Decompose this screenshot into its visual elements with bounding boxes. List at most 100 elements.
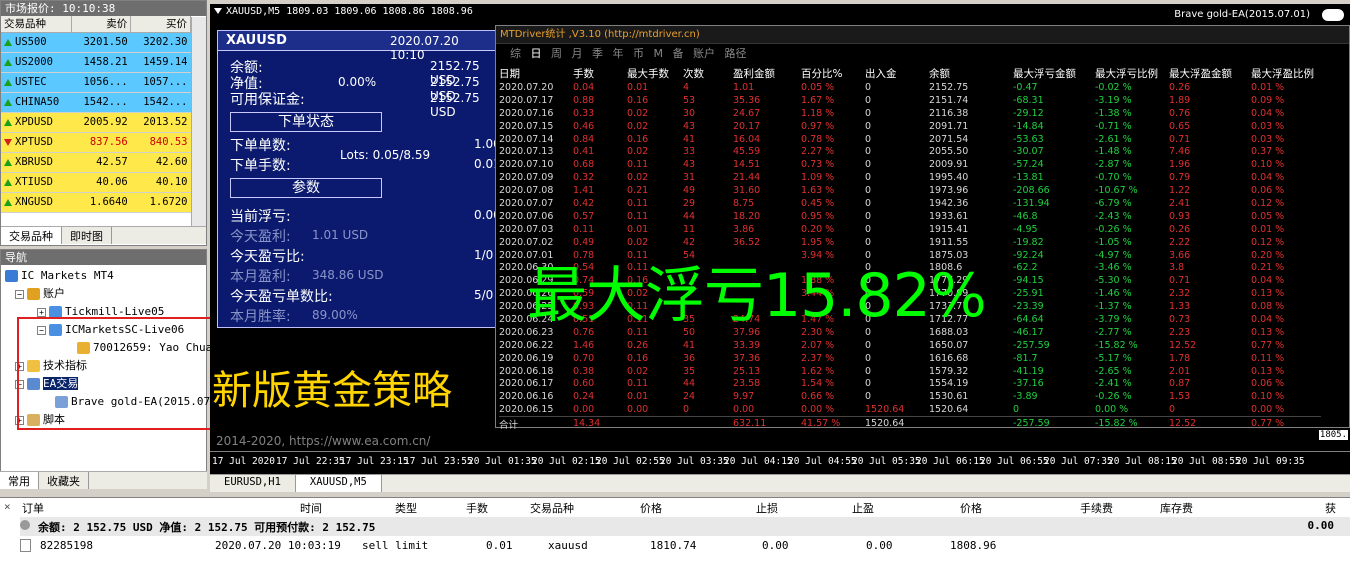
col-symbol[interactable]: 交易品种 bbox=[1, 16, 72, 33]
terminal-col-header[interactable]: 止盈 bbox=[852, 500, 874, 516]
terminal-col-header[interactable]: 止损 bbox=[756, 500, 778, 516]
nav-item-broker[interactable]: IC Markets MT4 bbox=[5, 268, 114, 284]
terminal-col-header[interactable]: 交易品种 bbox=[530, 500, 574, 516]
market-row[interactable]: XNGUSD 1.6640 1.6720 bbox=[1, 192, 191, 213]
mtdriver-stats-window[interactable]: MTDriver统计 ,V3.10 (http://mtdriver.cn) 综… bbox=[495, 25, 1350, 431]
col-bid[interactable]: 卖价 bbox=[71, 16, 132, 33]
symbol-cell[interactable]: XPDUSD bbox=[1, 112, 71, 133]
stats-cell: 0 bbox=[865, 339, 872, 351]
stats-cell: 1520.64 bbox=[929, 403, 969, 415]
stats-cell: 2091.71 bbox=[929, 120, 969, 132]
tab-eurusd[interactable]: EURUSD,H1 bbox=[210, 475, 296, 492]
terminal-col-header[interactable]: 时间 bbox=[300, 500, 322, 516]
stats-menu-item[interactable]: 月 bbox=[572, 47, 583, 60]
stats-col-header[interactable]: 最大手数 bbox=[627, 66, 683, 81]
stats-cell: 1579.32 bbox=[929, 365, 969, 377]
terminal-col-header[interactable]: 订单 bbox=[22, 500, 44, 516]
terminal-col-header[interactable]: 价格 bbox=[640, 500, 662, 516]
terminal-col-header[interactable]: 价格 bbox=[960, 500, 982, 516]
stats-total-cell bbox=[627, 416, 683, 431]
tab-tick-chart[interactable]: 即时图 bbox=[62, 227, 112, 244]
today-count-value: 5/0 bbox=[474, 288, 494, 302]
stats-menu-item[interactable]: M bbox=[654, 47, 664, 60]
stats-col-header[interactable]: 手数 bbox=[573, 66, 627, 81]
stats-cell: 0 bbox=[865, 197, 872, 209]
symbol-cell[interactable]: US2000 bbox=[1, 52, 71, 73]
col-ask[interactable]: 买价 bbox=[130, 16, 191, 33]
symbol-cell[interactable]: XNGUSD bbox=[1, 192, 71, 213]
stats-cell: 0 bbox=[865, 185, 872, 197]
today-profit-label: 今天盈利: bbox=[230, 229, 291, 245]
terminal-col-header[interactable]: 类型 bbox=[395, 500, 417, 516]
stats-row: 2020.06.15 0.00 0.00 0 0.00 0.00 % 1520.64 1520… bbox=[499, 403, 1321, 416]
stats-menu-item[interactable]: 备 bbox=[673, 47, 684, 60]
stats-col-header[interactable]: 出入金 bbox=[865, 66, 929, 81]
stats-col-header[interactable]: 余额 bbox=[929, 66, 1013, 81]
ask-cell: 42.60 bbox=[130, 152, 191, 173]
stats-menu-item[interactable]: 综 bbox=[510, 47, 521, 60]
margin-label: 可用保证金: bbox=[230, 92, 305, 108]
stats-col-header[interactable]: 日期 bbox=[499, 66, 573, 81]
time-tick: 20 Jul 02:15 bbox=[532, 456, 601, 467]
expand-icon[interactable]: + bbox=[37, 307, 46, 317]
stats-row: 2020.07.08 1.41 0.21 49 31.60 1.63 % 0 1973.96 -… bbox=[499, 184, 1321, 197]
market-row[interactable]: XPDUSD 2005.92 2013.52 bbox=[1, 112, 191, 133]
market-row[interactable]: US2000 1458.21 1459.14 bbox=[1, 52, 191, 73]
market-watch-scrollbar[interactable] bbox=[191, 17, 206, 227]
symbol-cell[interactable]: XTIUSD bbox=[1, 172, 71, 193]
market-row[interactable]: USTEC 1056... 1057... bbox=[1, 72, 191, 93]
terminal-col-header[interactable]: 获 bbox=[1325, 500, 1336, 516]
stats-menu-item[interactable]: 路径 bbox=[725, 47, 747, 60]
symbol-cell[interactable]: USTEC bbox=[1, 72, 71, 93]
stats-col-header[interactable]: 最大浮亏比例 bbox=[1095, 66, 1169, 81]
stats-cell: 0.87 bbox=[1169, 378, 1191, 390]
ask-cell: 1542... bbox=[130, 92, 191, 113]
stats-menu-item[interactable]: 币 bbox=[633, 47, 644, 60]
chart-url: 2014-2020, https://www.ea.com.cn/ bbox=[216, 434, 431, 448]
stats-col-header[interactable]: 最大浮盈金额 bbox=[1169, 66, 1251, 81]
order-row[interactable]: 82285198 2020.07.20 10:03:19 sell limit 0.0… bbox=[20, 537, 1350, 556]
stats-menu-item[interactable]: 日 bbox=[531, 47, 542, 60]
chart-title: XAUUSD,M5 1809.03 1809.06 1808.86 1808.9… bbox=[214, 6, 473, 17]
stats-col-header[interactable]: 最大浮亏金额 bbox=[1013, 66, 1095, 81]
stats-menu-item[interactable]: 账户 bbox=[693, 47, 715, 60]
symbol-cell[interactable]: XPTUSD bbox=[1, 132, 71, 153]
summary-icon bbox=[20, 520, 30, 530]
tab-favorites[interactable]: 收藏夹 bbox=[39, 472, 89, 489]
collapse-icon[interactable]: − bbox=[15, 289, 24, 299]
stats-menu-item[interactable]: 年 bbox=[613, 47, 624, 60]
market-row[interactable]: US500 3201.50 3202.30 bbox=[1, 32, 191, 53]
symbol-cell[interactable]: CHINA50 bbox=[1, 92, 71, 113]
symbol-cell[interactable]: XBRUSD bbox=[1, 152, 71, 173]
tab-common[interactable]: 常用 bbox=[0, 472, 39, 489]
close-icon[interactable]: × bbox=[4, 500, 14, 513]
stats-total-cell: 1520.64 bbox=[865, 418, 905, 430]
market-row[interactable]: XPTUSD 837.56 840.53 bbox=[1, 132, 191, 153]
tab-xauusd[interactable]: XAUUSD,M5 bbox=[295, 475, 382, 492]
nav-item-accounts[interactable]: − 账户 bbox=[15, 286, 65, 302]
stats-cell: 0.97 % bbox=[801, 120, 835, 132]
stats-menu-item[interactable]: 季 bbox=[592, 47, 603, 60]
stats-total-cell: -257.59 bbox=[1013, 418, 1050, 430]
stats-cell: 0.93 bbox=[1169, 210, 1191, 222]
stats-menu-item[interactable]: 周 bbox=[551, 47, 562, 60]
terminal-col-header[interactable]: 库存费 bbox=[1160, 500, 1193, 516]
stats-cell: 2020.06.16 bbox=[499, 391, 554, 403]
stats-cell: 1616.68 bbox=[929, 352, 969, 364]
market-row[interactable]: CHINA50 1542... 1542... bbox=[1, 92, 191, 113]
stats-col-header[interactable]: 百分比% bbox=[801, 66, 865, 81]
stats-cell: 53 bbox=[683, 94, 696, 106]
bid-cell: 1056... bbox=[71, 72, 131, 93]
market-row[interactable]: XTIUSD 40.06 40.10 bbox=[1, 172, 191, 193]
stats-cell: 2020.07.17 bbox=[499, 94, 554, 106]
market-row[interactable]: XBRUSD 42.57 42.60 bbox=[1, 152, 191, 173]
ask-cell: 1.6720 bbox=[130, 192, 191, 213]
terminal-col-header[interactable]: 手续费 bbox=[1080, 500, 1113, 516]
stats-cell: 2009.91 bbox=[929, 159, 969, 171]
tab-symbols[interactable]: 交易品种 bbox=[1, 227, 62, 244]
stats-col-header[interactable]: 次数 bbox=[683, 66, 733, 81]
stats-col-header[interactable]: 盈利金额 bbox=[733, 66, 801, 81]
stats-col-header[interactable]: 最大浮盈比例 bbox=[1251, 66, 1321, 81]
terminal-col-header[interactable]: 手数 bbox=[466, 500, 488, 516]
symbol-cell[interactable]: US500 bbox=[1, 32, 71, 53]
